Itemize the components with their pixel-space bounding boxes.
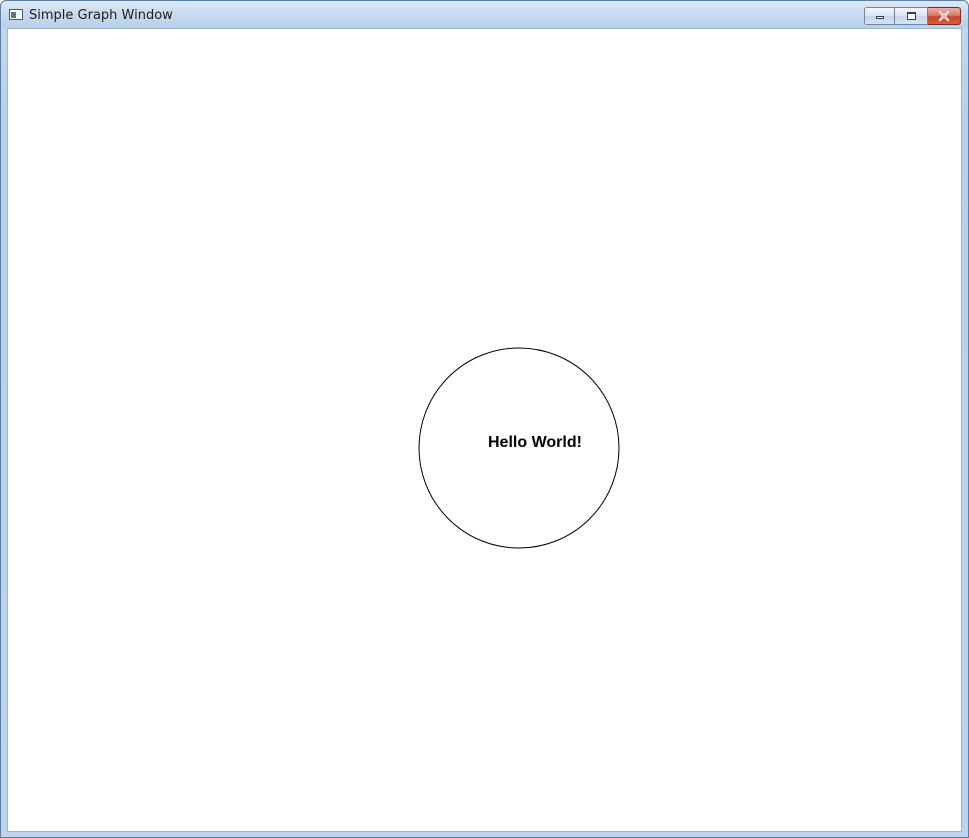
maximize-button[interactable] — [895, 7, 928, 25]
title-bar[interactable]: Simple Graph Window — [1, 1, 968, 28]
maximize-icon — [907, 12, 916, 20]
app-window-icon-pane — [11, 12, 16, 18]
minimize-icon — [876, 16, 884, 19]
drawing-canvas — [418, 347, 620, 549]
window-title: Simple Graph Window — [29, 8, 173, 23]
client-area: Hello World! — [7, 28, 962, 832]
minimize-button[interactable] — [864, 7, 895, 25]
app-window-icon[interactable] — [9, 9, 23, 20]
app-window: Simple Graph Window Hello World! — [0, 0, 969, 838]
close-icon — [938, 10, 950, 22]
hello-world-text: Hello World! — [488, 434, 582, 451]
close-button[interactable] — [928, 7, 961, 25]
